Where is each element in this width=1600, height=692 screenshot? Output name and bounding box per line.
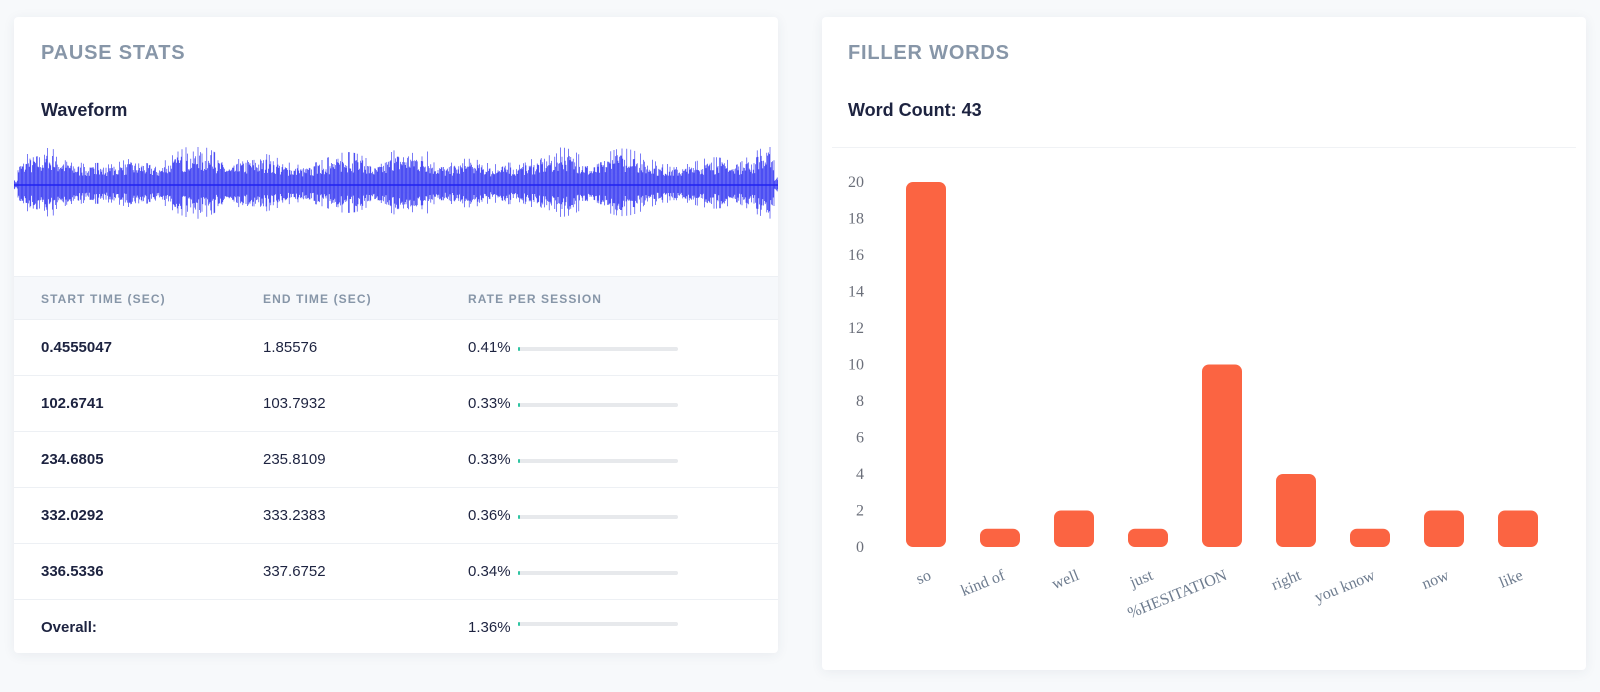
rate-progress-fill (518, 403, 520, 407)
y-tick-label: 20 (848, 174, 864, 191)
end-time-cell: 333.2383 (263, 507, 326, 524)
y-tick-label: 6 (856, 430, 864, 447)
rate-cell: 0.33% (468, 395, 511, 412)
bar-like (1498, 510, 1538, 547)
rate-progress-bar (518, 571, 678, 575)
audio-waveform (14, 147, 778, 219)
bar--hesitation (1202, 364, 1242, 547)
start-time-cell: 336.5336 (41, 563, 104, 580)
bar-kind-of (980, 528, 1020, 547)
table-row: 332.0292 333.2383 0.36% (14, 488, 778, 544)
end-time-cell: 103.7932 (263, 395, 326, 412)
bar-now (1424, 510, 1464, 547)
x-tick-label: right (1269, 567, 1304, 594)
rate-progress-bar (518, 347, 678, 351)
y-tick-label: 12 (848, 320, 864, 337)
rate-progress-fill (518, 347, 520, 351)
rate-progress-fill (518, 571, 520, 575)
y-tick-label: 0 (856, 539, 864, 556)
x-tick-label: like (1497, 567, 1526, 592)
x-tick-label: so (914, 567, 934, 588)
overall-rate: 1.36% (468, 619, 511, 636)
x-tick-label: now (1420, 567, 1452, 593)
column-header-end-time: END TIME (SEC) (263, 292, 372, 306)
bar-right (1276, 474, 1316, 547)
y-tick-label: 16 (848, 247, 864, 264)
overall-rate-progress-bar (518, 622, 678, 626)
end-time-cell: 337.6752 (263, 563, 326, 580)
filler-words-bar-chart: 02468101214161820so kind of well just%HESIT… (848, 174, 1538, 622)
overall-rate-progress-fill (518, 622, 521, 626)
column-header-rate: RATE PER SESSION (468, 292, 603, 306)
pause-stats-title: PAUSE STATS (41, 42, 186, 64)
rate-progress-bar (518, 403, 678, 407)
pause-stats-card: PAUSE STATS Waveform START TIME (SEC) EN… (14, 17, 778, 653)
start-time-cell: 234.6805 (41, 451, 104, 468)
y-tick-label: 4 (856, 466, 864, 483)
y-tick-label: 2 (856, 503, 864, 520)
table-row: 336.5336 337.6752 0.34% (14, 544, 778, 600)
x-tick-label: well (1050, 567, 1082, 593)
waveform-signal (14, 147, 778, 219)
x-tick-label: just (1127, 567, 1156, 592)
table-row: 102.6741 103.7932 0.33% (14, 376, 778, 432)
table-row: 0.4555047 1.85576 0.41% (14, 320, 778, 376)
rate-cell: 0.36% (468, 507, 511, 524)
overall-label: Overall: (41, 619, 97, 636)
rate-progress-fill (518, 459, 520, 463)
table-row: 234.6805 235.8109 0.33% (14, 432, 778, 488)
rate-progress-bar (518, 459, 678, 463)
overall-row: Overall: 1.36% (14, 600, 778, 653)
end-time-cell: 235.8109 (263, 451, 326, 468)
y-tick-label: 14 (848, 284, 864, 301)
rate-cell: 0.33% (468, 451, 511, 468)
end-time-cell: 1.85576 (263, 339, 318, 356)
start-time-cell: 332.0292 (41, 507, 104, 524)
bar-well (1054, 510, 1094, 547)
rate-progress-bar (518, 515, 678, 519)
bar-just (1128, 528, 1168, 547)
x-tick-label: kind of (959, 567, 1008, 600)
pause-table-header: START TIME (SEC) END TIME (SEC) RATE PER… (14, 276, 778, 320)
start-time-cell: 0.4555047 (41, 339, 112, 356)
bar-so (906, 182, 946, 547)
x-tick-label: you know (1312, 567, 1378, 607)
rate-cell: 0.34% (468, 563, 511, 580)
waveform-label: Waveform (41, 100, 128, 120)
filler-words-card: FILLER WORDS Word Count: 43 0 2 4 6 8 10 12 14 1… (822, 17, 1586, 670)
bar-you-know (1350, 528, 1390, 547)
y-tick-label: 10 (848, 357, 864, 374)
rate-cell: 0.41% (468, 339, 511, 356)
start-time-cell: 102.6741 (41, 395, 104, 412)
rate-progress-fill (518, 515, 520, 519)
column-header-start-time: START TIME (SEC) (41, 292, 166, 306)
y-tick-label: 8 (856, 393, 864, 410)
y-tick-label: 18 (848, 211, 864, 228)
